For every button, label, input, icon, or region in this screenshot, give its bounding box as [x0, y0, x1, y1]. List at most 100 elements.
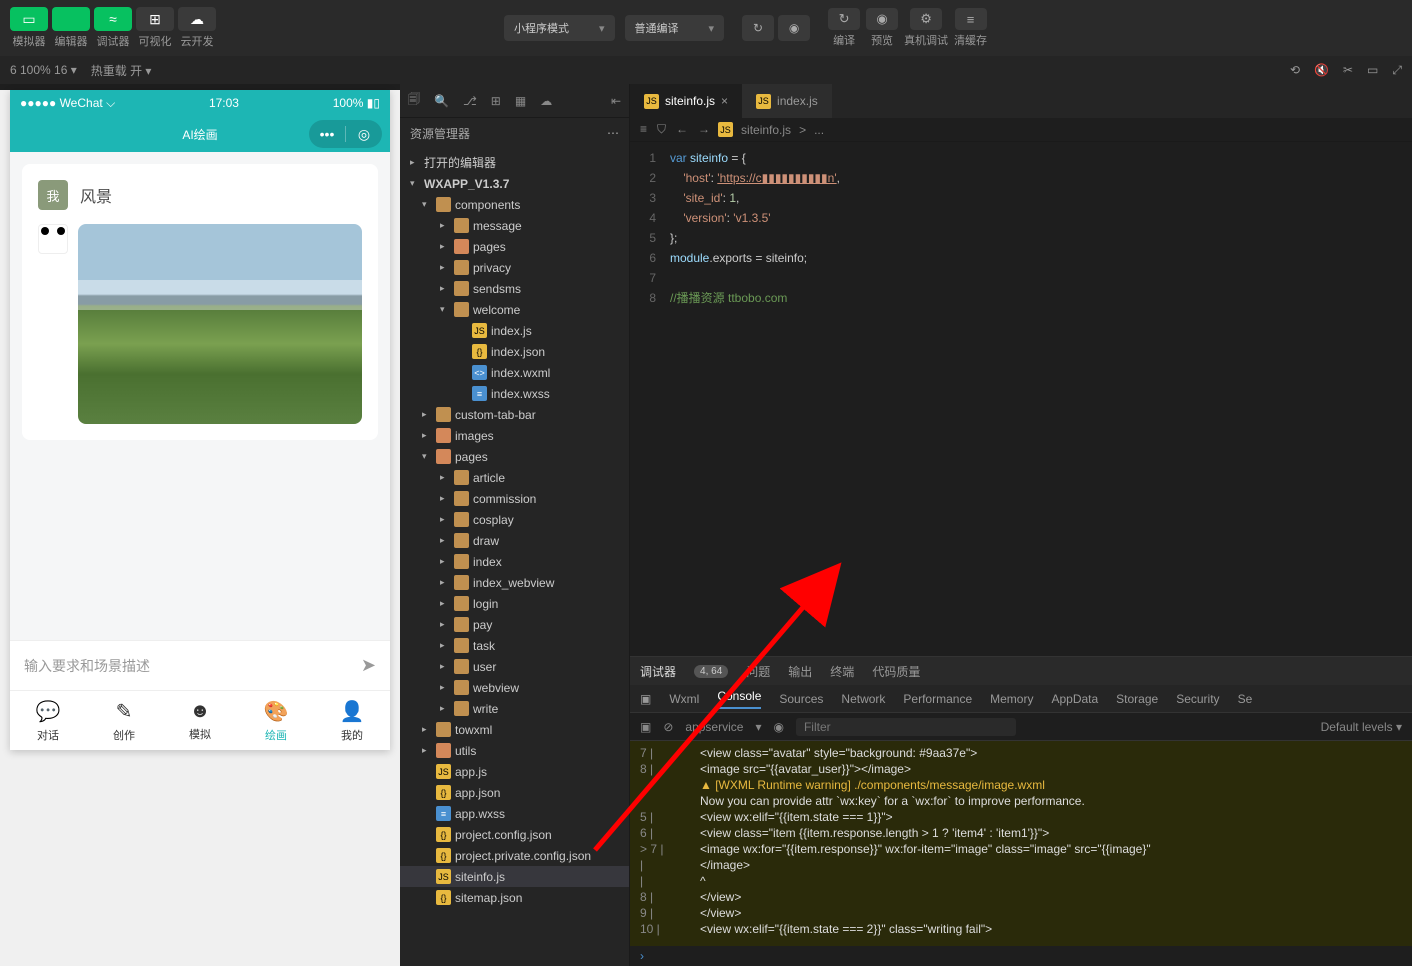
filter-input[interactable]: Filter: [796, 718, 1016, 736]
context-dropdown[interactable]: appservice: [685, 720, 743, 734]
devtools-tab-Sources[interactable]: Sources: [779, 692, 823, 706]
tree-commission[interactable]: ▸commission: [400, 488, 629, 509]
tree-index.json[interactable]: {}index.json: [400, 341, 629, 362]
branch-icon[interactable]: ⎇: [463, 94, 477, 108]
tree-webview[interactable]: ▸webview: [400, 677, 629, 698]
eye-icon[interactable]: ◉: [773, 720, 783, 734]
extensions-icon[interactable]: ▦: [515, 94, 526, 108]
compile-dropdown[interactable]: 普通编译: [625, 15, 725, 41]
tree-images[interactable]: ▸images: [400, 425, 629, 446]
phone-tab-对话[interactable]: 💬对话: [10, 691, 86, 750]
tree-custom-tab-bar[interactable]: ▸custom-tab-bar: [400, 404, 629, 425]
toolbar-云开发-button[interactable]: ☁云开发: [178, 7, 216, 49]
toolbar-预览-button[interactable]: ◉预览: [866, 8, 898, 48]
tree-message[interactable]: ▸message: [400, 215, 629, 236]
tree-index[interactable]: ▸index: [400, 551, 629, 572]
toolbar-真机调试-button[interactable]: ⚙真机调试: [904, 8, 948, 48]
devtools-tab-AppData[interactable]: AppData: [1051, 692, 1098, 706]
debug-tab-代码质量[interactable]: 代码质量: [872, 663, 920, 680]
devtools-tab-Storage[interactable]: Storage: [1116, 692, 1158, 706]
toolbar-可视化-button[interactable]: ⊞可视化: [136, 7, 174, 49]
tree-welcome[interactable]: ▾welcome: [400, 299, 629, 320]
devtools-tab-Security[interactable]: Security: [1176, 692, 1219, 706]
toggle-panel-icon[interactable]: ≡: [640, 122, 647, 137]
tree-login[interactable]: ▸login: [400, 593, 629, 614]
tree-draw[interactable]: ▸draw: [400, 530, 629, 551]
mute-icon[interactable]: 🔇: [1314, 63, 1329, 77]
console-output[interactable]: 7 | <view class="avatar" style="backgrou…: [630, 741, 1412, 946]
zoom-select[interactable]: 6 100% 16 ▾: [10, 63, 77, 77]
capsule-menu[interactable]: ••• ◎: [309, 120, 382, 148]
tree-user[interactable]: ▸user: [400, 656, 629, 677]
tree-towxml[interactable]: ▸towxml: [400, 719, 629, 740]
tree-pages[interactable]: ▾pages: [400, 446, 629, 467]
toolbar-调试器-button[interactable]: ≈调试器: [94, 7, 132, 49]
prompt-input[interactable]: 输入要求和场景描述: [24, 656, 351, 676]
devtools-tab-Network[interactable]: Network: [841, 692, 885, 706]
tree-cosplay[interactable]: ▸cosplay: [400, 509, 629, 530]
editor-tab-siteinfo.js[interactable]: JSsiteinfo.js×: [630, 84, 742, 118]
devtools-tab-Wxml[interactable]: Wxml: [669, 692, 699, 706]
send-icon[interactable]: ➤: [361, 655, 376, 676]
tree-pay[interactable]: ▸pay: [400, 614, 629, 635]
rotate-icon[interactable]: ⟲: [1290, 63, 1300, 77]
tree-article[interactable]: ▸article: [400, 467, 629, 488]
tree-index_webview[interactable]: ▸index_webview: [400, 572, 629, 593]
mode-dropdown[interactable]: 小程序模式: [504, 15, 615, 41]
devtools-tab-Console[interactable]: Console: [717, 689, 761, 709]
phone-tab-模拟[interactable]: ☻模拟: [162, 691, 238, 750]
debug-tab-输出[interactable]: 输出: [788, 663, 812, 680]
capsule-more-icon[interactable]: •••: [309, 126, 345, 142]
open-editors-section[interactable]: ▸打开的编辑器: [400, 152, 629, 173]
toolbar-模拟器-button[interactable]: ▭模拟器: [10, 7, 48, 49]
code-editor[interactable]: 1var siteinfo = {2 'host': 'https://c▮▮▮…: [630, 142, 1412, 656]
devtools-tab-Memory[interactable]: Memory: [990, 692, 1033, 706]
console-prompt[interactable]: ›: [630, 946, 1412, 966]
tree-app.js[interactable]: JSapp.js: [400, 761, 629, 782]
tree-siteinfo.js[interactable]: JSsiteinfo.js: [400, 866, 629, 887]
levels-dropdown[interactable]: Default levels ▾: [1321, 720, 1402, 734]
phone-tab-我的[interactable]: 👤我的: [314, 691, 390, 750]
bookmark-icon[interactable]: ⛉: [657, 122, 666, 137]
phone-tab-创作[interactable]: ✎创作: [86, 691, 162, 750]
search-icon[interactable]: 🔍: [434, 94, 449, 108]
toolbar-清缓存-button[interactable]: ≡清缓存: [954, 8, 987, 48]
forward-icon[interactable]: →: [698, 122, 710, 137]
tree-index.wxml[interactable]: <>index.wxml: [400, 362, 629, 383]
back-icon[interactable]: ←: [676, 122, 688, 137]
layout-icon[interactable]: ⊞: [491, 94, 501, 108]
debug-tab-调试器[interactable]: 调试器: [640, 663, 676, 680]
tree-task[interactable]: ▸task: [400, 635, 629, 656]
tree-privacy[interactable]: ▸privacy: [400, 257, 629, 278]
toolbar-编辑器-button[interactable]: 编辑器: [52, 7, 90, 49]
refresh-icon[interactable]: ↻: [742, 15, 774, 41]
tree-app.wxss[interactable]: ≡app.wxss: [400, 803, 629, 824]
clear-icon[interactable]: ⊘: [663, 720, 673, 734]
tree-utils[interactable]: ▸utils: [400, 740, 629, 761]
editor-tab-index.js[interactable]: JSindex.js: [742, 84, 832, 118]
preview-icon[interactable]: ◉: [778, 15, 810, 41]
files-icon[interactable]: 🗐: [408, 90, 420, 111]
cloud-icon[interactable]: ☁: [540, 94, 552, 108]
tree-sendsms[interactable]: ▸sendsms: [400, 278, 629, 299]
project-section[interactable]: ▾WXAPP_V1.3.7: [400, 173, 629, 194]
tree-pages[interactable]: ▸pages: [400, 236, 629, 257]
debug-tab-终端[interactable]: 终端: [830, 663, 854, 680]
tree-index.js[interactable]: JSindex.js: [400, 320, 629, 341]
collapse-icon[interactable]: ⇤: [611, 94, 621, 108]
device-icon[interactable]: ▭: [1367, 63, 1378, 77]
close-icon[interactable]: ×: [721, 94, 728, 108]
tree-write[interactable]: ▸write: [400, 698, 629, 719]
tree-project.private.config.json[interactable]: {}project.private.config.json: [400, 845, 629, 866]
select-element-icon[interactable]: ▣: [640, 692, 651, 706]
tree-sitemap.json[interactable]: {}sitemap.json: [400, 887, 629, 908]
more-icon[interactable]: ⋯: [607, 126, 619, 140]
tree-app.json[interactable]: {}app.json: [400, 782, 629, 803]
expand-icon[interactable]: ⤢: [1392, 63, 1402, 78]
debug-tab-问题[interactable]: 问题: [746, 663, 770, 680]
capsule-close-icon[interactable]: ◎: [346, 126, 382, 143]
toolbar-编译-button[interactable]: ↻编译: [828, 8, 860, 48]
tree-components[interactable]: ▾components: [400, 194, 629, 215]
devtools-tab-Se[interactable]: Se: [1238, 692, 1253, 706]
phone-tab-绘画[interactable]: 🎨绘画: [238, 691, 314, 750]
